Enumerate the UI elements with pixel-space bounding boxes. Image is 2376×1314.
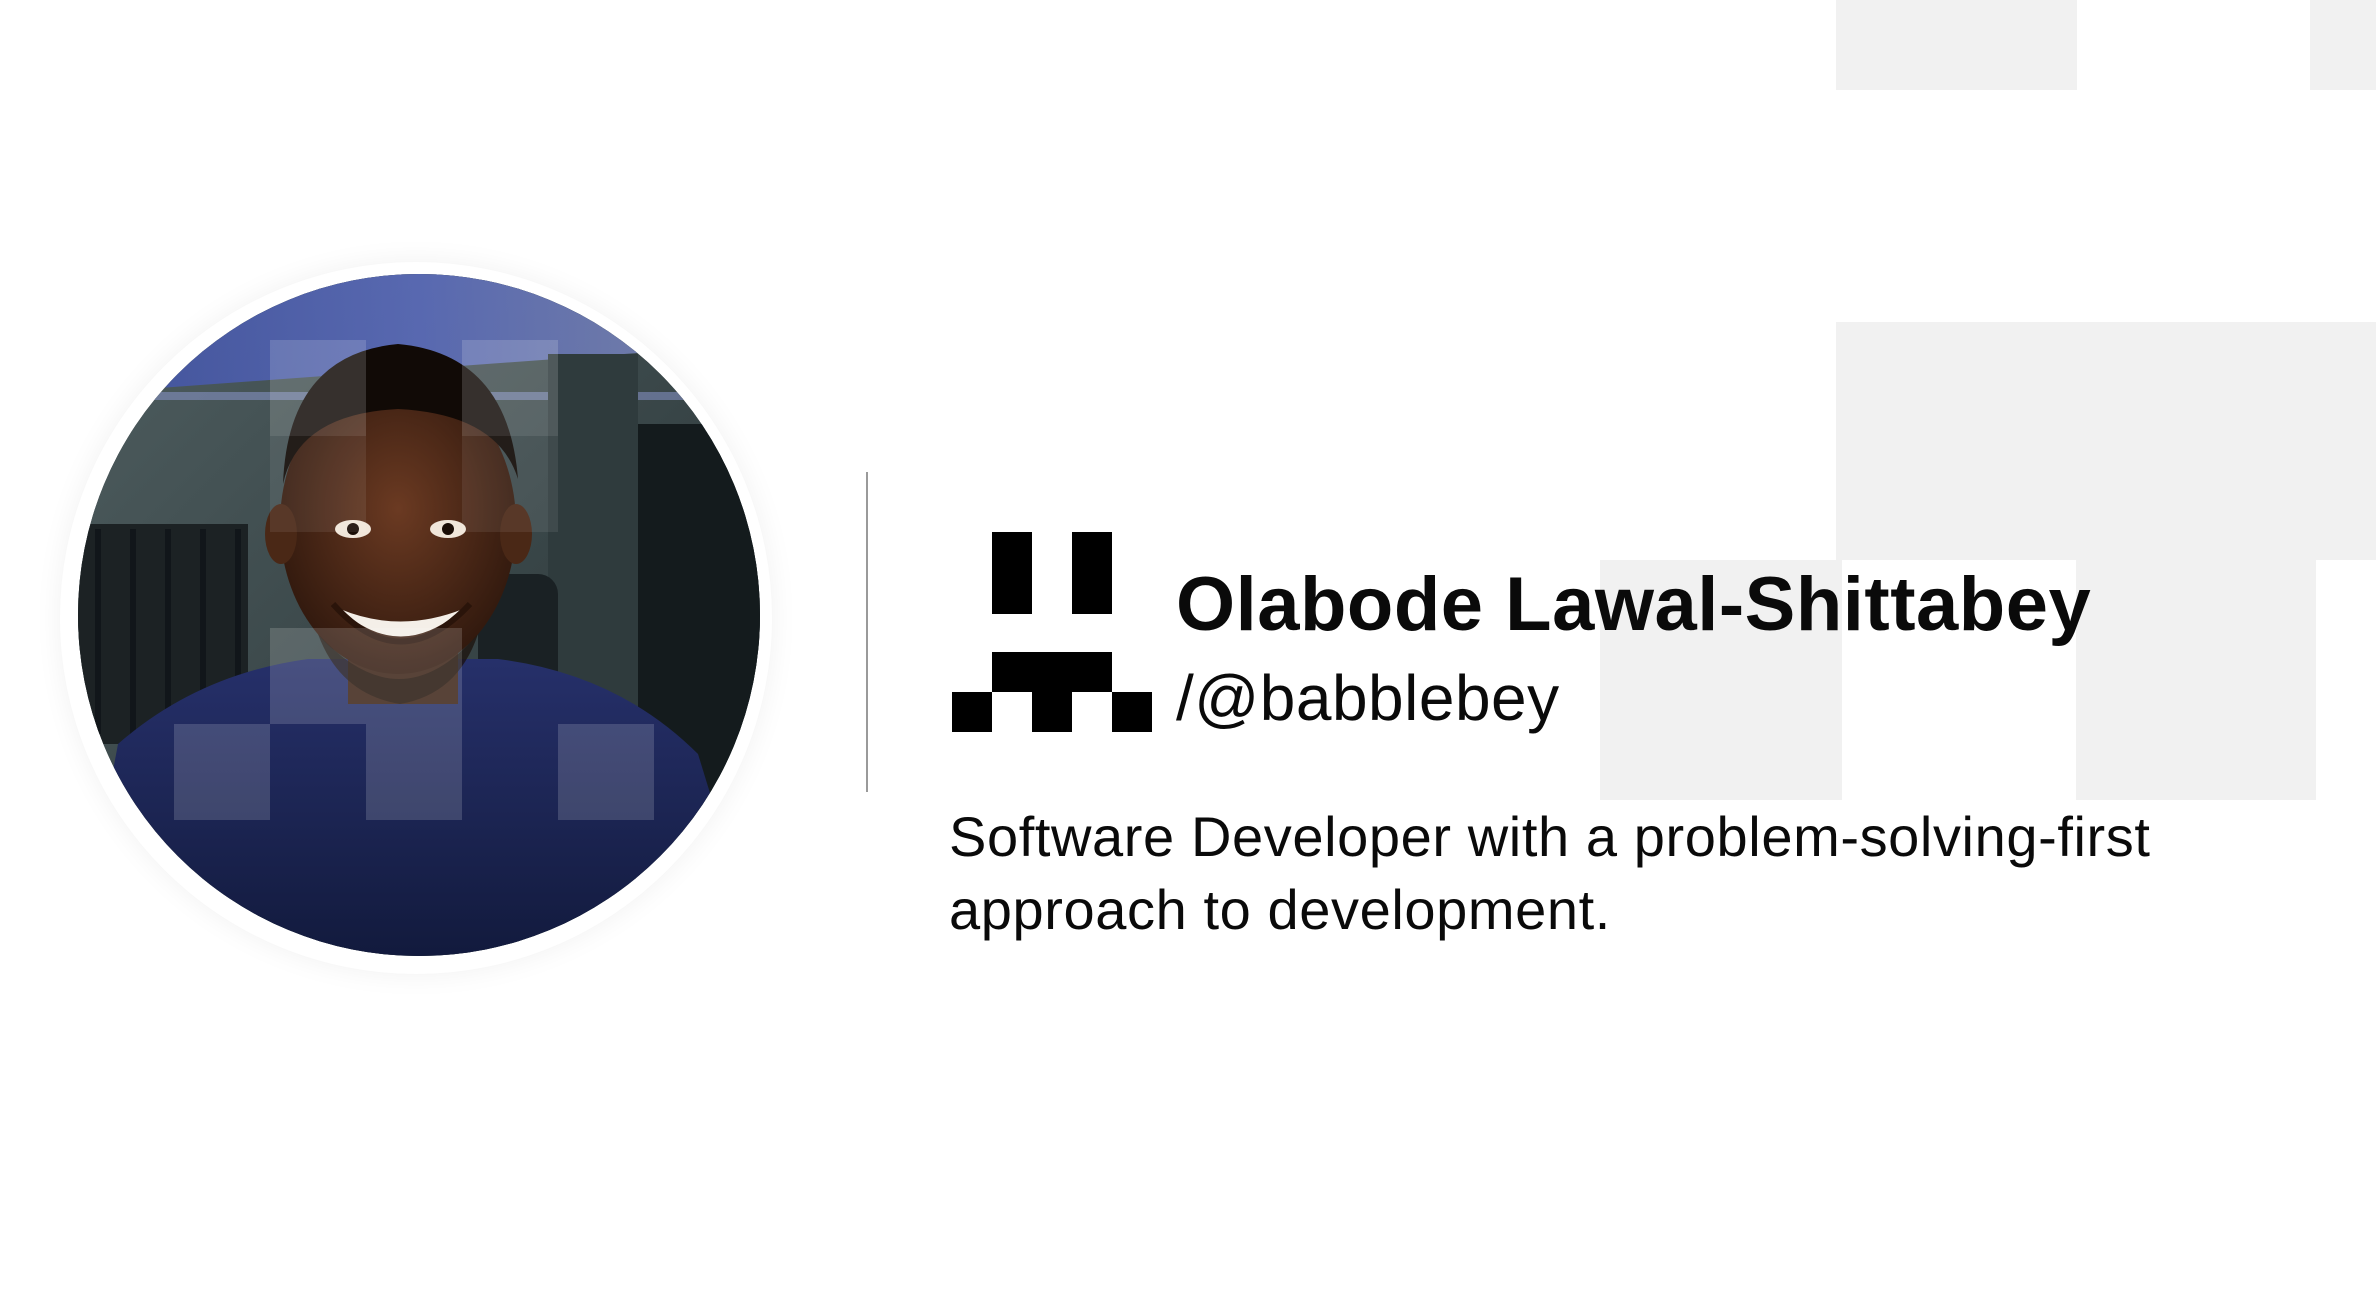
bg-block-right-large (1836, 322, 2376, 560)
profile-handle[interactable]: /@babblebey (1176, 655, 1560, 741)
pixel-face-logo-icon (950, 530, 1154, 734)
avatar-frame (60, 262, 772, 974)
profile-photo-icon (78, 274, 760, 956)
divider (866, 472, 868, 792)
profile-name: Olabode Lawal-Shittabey (1176, 562, 2092, 647)
profile-bio: Software Developer with a problem-solvin… (949, 805, 2151, 941)
bg-block-top-1 (1836, 0, 2077, 90)
profile-card: Olabode Lawal-Shittabey /@babblebey Soft… (0, 0, 2376, 1314)
bg-block-right-mid (2076, 560, 2316, 800)
bg-block-top-2 (2310, 0, 2376, 90)
avatar (78, 274, 760, 956)
